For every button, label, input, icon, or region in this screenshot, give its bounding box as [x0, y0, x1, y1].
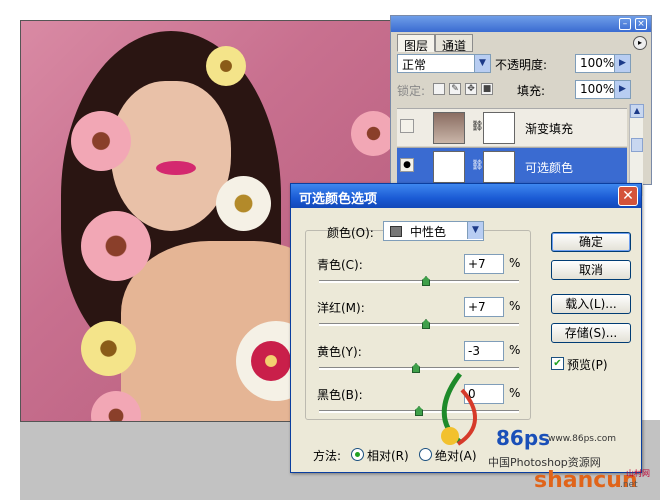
chevron-down-icon: ▼ [467, 222, 483, 239]
panel-titlebar[interactable]: – × [391, 16, 651, 32]
adjustment-icon [433, 151, 465, 183]
chevron-right-icon: ▶ [614, 81, 630, 98]
dialog-title: 可选颜色选项 [299, 192, 378, 207]
flower-icon [351, 111, 394, 156]
slider-track[interactable] [319, 280, 519, 283]
lock-all-icon[interactable]: ■ [481, 83, 493, 95]
opacity-field[interactable]: 100% ▶ [575, 54, 631, 73]
layer-name: 可选颜色 [525, 161, 574, 175]
panel-menu-icon[interactable]: ▸ [633, 36, 647, 50]
watermark-brand: 86ps [496, 426, 551, 450]
close-icon[interactable]: × [635, 18, 647, 30]
lock-transparent-icon[interactable] [433, 83, 445, 95]
chevron-down-icon: ▼ [474, 55, 490, 72]
flower-icon [206, 46, 246, 86]
color-swatch [390, 226, 402, 237]
lock-move-icon[interactable]: ✥ [465, 83, 477, 95]
slider-label: 洋红(M): [317, 301, 365, 315]
visibility-toggle[interactable] [400, 119, 414, 133]
color-label: 颜色(O): [327, 226, 374, 240]
layer-row-selective-color[interactable]: ● ⛓ 可选颜色 [397, 147, 627, 185]
color-select[interactable]: 中性色 ▼ [383, 221, 484, 241]
lock-label: 锁定: [397, 84, 426, 98]
tab-channels[interactable]: 通道 [435, 34, 474, 53]
load-button[interactable]: 载入(L)... [551, 294, 631, 314]
layer-row-gradient-fill[interactable]: ⛓ 渐变填充 [397, 108, 627, 146]
method-relative-radio[interactable] [351, 448, 364, 461]
watermark-site-suffix: .net [620, 480, 638, 490]
watermark: 86ps www.86ps.com 中国Photoshop资源网 shancun… [430, 370, 660, 500]
minimize-icon[interactable]: – [619, 18, 631, 30]
logo-icon [441, 372, 477, 446]
watermark-url: www.86ps.com [548, 434, 617, 444]
blend-mode-value: 正常 [402, 58, 427, 72]
color-select-value: 中性色 [410, 225, 447, 239]
flower-icon [216, 176, 271, 231]
scroll-thumb[interactable] [631, 138, 643, 152]
fill-label: 填充: [517, 84, 546, 98]
layer-thumbnail [433, 112, 465, 144]
slider-track[interactable] [319, 323, 519, 326]
watermark-site-cn: 山村网 [626, 469, 650, 478]
chevron-right-icon: ▶ [614, 55, 630, 72]
image-face [111, 81, 231, 231]
method-label: 方法: [313, 449, 342, 463]
slider-label: 青色(C): [317, 258, 363, 272]
eye-icon[interactable]: ● [400, 158, 414, 172]
link-icon: ⛓ [471, 160, 484, 171]
slider-value-field[interactable]: -3 [464, 341, 504, 361]
save-button[interactable]: 存储(S)... [551, 323, 631, 343]
slider-label: 黄色(Y): [317, 345, 362, 359]
percent-label: % [509, 343, 521, 357]
flower-icon [81, 321, 136, 376]
image-lips [156, 161, 196, 175]
opacity-label: 不透明度: [495, 58, 548, 72]
flower-icon [81, 211, 151, 281]
lock-brush-icon[interactable]: ✎ [449, 83, 461, 95]
preview-checkbox[interactable]: ✔ [551, 357, 564, 370]
percent-label: % [509, 256, 521, 270]
method-relative-label: 相对(R) [367, 449, 409, 463]
flower-icon [251, 341, 291, 381]
blend-mode-select[interactable]: 正常 ▼ [397, 54, 491, 73]
cancel-button[interactable]: 取消 [551, 260, 631, 280]
slider-value-field[interactable]: +7 [464, 254, 504, 274]
fill-field[interactable]: 100% ▶ [575, 80, 631, 99]
scroll-up-icon[interactable]: ▲ [630, 104, 644, 118]
flower-icon [71, 111, 131, 171]
percent-label: % [509, 299, 521, 313]
close-icon[interactable]: ✕ [618, 186, 638, 206]
link-icon: ⛓ [471, 121, 484, 132]
slider-value-field[interactable]: +7 [464, 297, 504, 317]
dialog-titlebar[interactable]: 可选颜色选项 ✕ [291, 184, 641, 208]
fill-value: 100% [580, 82, 615, 96]
layer-mask-thumbnail [483, 151, 515, 183]
ok-button[interactable]: 确定 [551, 232, 631, 252]
slider-label: 黑色(B): [317, 388, 363, 402]
layer-name: 渐变填充 [525, 122, 574, 136]
tab-layers[interactable]: 图层 [397, 34, 436, 53]
layer-mask-thumbnail [483, 112, 515, 144]
layers-panel: – × 图层 通道 ▸ 正常 ▼ 不透明度: 100% ▶ 锁定: ✎ ✥ ■ … [390, 15, 652, 196]
opacity-value: 100% [580, 56, 615, 70]
